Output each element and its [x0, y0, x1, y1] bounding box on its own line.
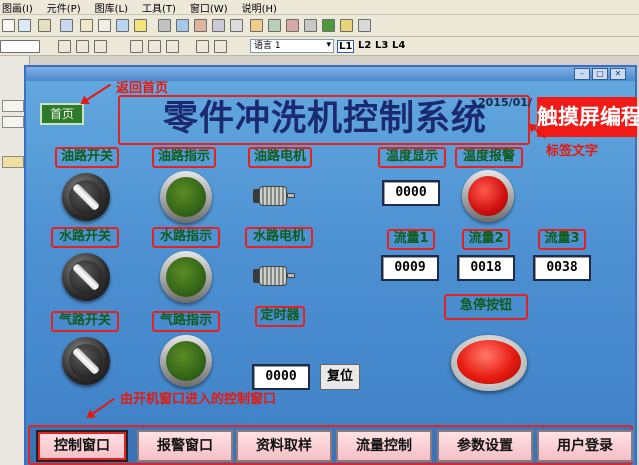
import-icon[interactable]	[38, 19, 51, 32]
nav-alarm-window[interactable]: 报警窗口	[137, 430, 233, 462]
control-screen: 首页 零件冲洗机控制系统 2015/01/ 触摸屏编程 油路开关 油路指示 油路…	[26, 81, 639, 465]
gas-indicator-lamp	[160, 335, 212, 387]
flow1-label: 流量1	[393, 231, 429, 246]
gas-indicator-label: 气路指示	[159, 313, 212, 328]
flow2-label: 流量2	[468, 231, 504, 246]
new-file-icon[interactable]	[2, 19, 15, 32]
menu-window[interactable]: 窗口(W)	[190, 0, 228, 15]
reset-button[interactable]: 复位	[320, 364, 360, 390]
temperature-display: 0000	[382, 180, 440, 206]
menu-tools[interactable]: 工具(T)	[142, 0, 176, 15]
palette-tool-3[interactable]	[2, 156, 24, 168]
bold-icon[interactable]	[58, 40, 71, 53]
nav-flow-control[interactable]: 流量控制	[336, 430, 432, 462]
nav-bar: 控制窗口 报警窗口 资料取样 流量控制 参数设置 用户登录	[28, 425, 633, 465]
oil-indicator-label: 油路指示	[157, 149, 210, 164]
menu-help[interactable]: 说明(H)	[242, 0, 277, 15]
water-switch[interactable]	[62, 253, 110, 301]
timer-label: 定时器	[260, 308, 300, 323]
font-box-icon[interactable]	[0, 40, 40, 53]
menu-parts[interactable]: 元件(P)	[47, 0, 81, 15]
main-toolbar	[0, 15, 639, 37]
temperature-alarm-lamp	[462, 170, 514, 222]
list-icon[interactable]	[230, 19, 243, 32]
page-title: 零件冲洗机控制系统	[162, 99, 487, 139]
annotation-entry-window: 由开机窗口进入的控制窗口	[120, 392, 277, 407]
text-icon[interactable]	[98, 19, 111, 32]
estop-label: 急停按钮	[459, 298, 512, 313]
gas-switch[interactable]	[62, 337, 110, 385]
water-switch-label: 水路开关	[58, 229, 111, 244]
water-motor-label: 水路电机	[252, 229, 305, 244]
temp-alarm-label: 温度报警	[462, 149, 515, 164]
oil-motor-label: 油路电机	[253, 149, 306, 164]
edit-icon[interactable]	[250, 19, 263, 32]
help-pointer-icon[interactable]	[18, 19, 31, 32]
image-icon[interactable]	[268, 19, 281, 32]
align-center-icon[interactable]	[148, 40, 161, 53]
temp-display-label: 温度显示	[385, 149, 438, 164]
water-motor-icon	[253, 262, 295, 290]
format-toolbar: 语言 1 L1 L2 L3 L4	[0, 37, 639, 56]
language-select[interactable]: 语言 1	[250, 39, 334, 53]
nav-parameter-settings[interactable]: 参数设置	[437, 430, 533, 462]
palette-tool-1[interactable]	[2, 100, 24, 112]
menu-bar: 图画(I) 元件(P) 图库(L) 工具(T) 窗口(W) 说明(H)	[0, 0, 639, 15]
move-icon[interactable]	[304, 19, 317, 32]
level-4-button[interactable]: L4	[392, 40, 405, 51]
menu-graphics[interactable]: 图画(I)	[2, 0, 33, 15]
grid-icon[interactable]	[212, 19, 225, 32]
level-3-button[interactable]: L3	[375, 40, 388, 51]
date-display: 2015/01/	[478, 96, 532, 109]
close-icon[interactable]: ✕	[610, 68, 626, 80]
pen-icon[interactable]	[60, 19, 73, 32]
oil-motor-icon	[253, 182, 295, 210]
annotation-label-text: 标签文字	[546, 144, 599, 159]
excel-icon[interactable]	[322, 19, 335, 32]
nav-user-login[interactable]: 用户登录	[537, 430, 633, 462]
flow1-display: 0009	[381, 255, 439, 281]
font-size-icon[interactable]	[196, 40, 209, 53]
minimize-icon[interactable]: –	[574, 68, 590, 80]
italic-icon[interactable]	[76, 40, 89, 53]
water-indicator-label: 水路指示	[159, 229, 212, 244]
menu-library[interactable]: 图库(L)	[95, 0, 128, 15]
flow3-label: 流量3	[544, 231, 580, 246]
keyboard-icon[interactable]	[358, 19, 371, 32]
flow3-display: 0038	[533, 255, 591, 281]
maximize-icon[interactable]: □	[592, 68, 608, 80]
align-left-icon[interactable]	[130, 40, 143, 53]
compile-icon[interactable]	[340, 19, 353, 32]
screen-icon[interactable]	[176, 19, 189, 32]
underline-icon[interactable]	[94, 40, 107, 53]
oil-switch-label: 油路开关	[60, 149, 113, 164]
annotation-home: 返回首页	[116, 81, 169, 96]
chart-icon[interactable]	[194, 19, 207, 32]
color-icon[interactable]	[214, 40, 227, 53]
flow2-display: 0018	[457, 255, 515, 281]
oil-switch[interactable]	[62, 173, 110, 221]
timer-display: 0000	[252, 364, 310, 390]
oil-indicator-lamp	[160, 171, 212, 223]
text-a-icon[interactable]	[80, 19, 93, 32]
emergency-stop-button[interactable]	[451, 335, 527, 391]
select-icon[interactable]	[134, 19, 147, 32]
tool-cross-icon[interactable]	[158, 19, 171, 32]
align-right-icon[interactable]	[166, 40, 179, 53]
water-indicator-lamp	[160, 251, 212, 303]
home-button[interactable]: 首页	[40, 103, 84, 125]
nav-data-sampling[interactable]: 资料取样	[236, 430, 332, 462]
gas-switch-label: 气路开关	[58, 313, 111, 328]
hmi-preview-window: – □ ✕ 首页 零件冲洗机控制系统 2015/01/ 触摸屏编程 油路开关 油…	[24, 65, 639, 465]
level-2-button[interactable]: L2	[358, 40, 371, 51]
brand-label: 触摸屏编程	[537, 97, 639, 137]
palette-tool-2[interactable]	[2, 116, 24, 128]
nav-control-window[interactable]: 控制窗口	[36, 430, 128, 462]
record-icon[interactable]	[286, 19, 299, 32]
window-icon[interactable]	[116, 19, 129, 32]
level-1-button[interactable]: L1	[337, 40, 355, 53]
